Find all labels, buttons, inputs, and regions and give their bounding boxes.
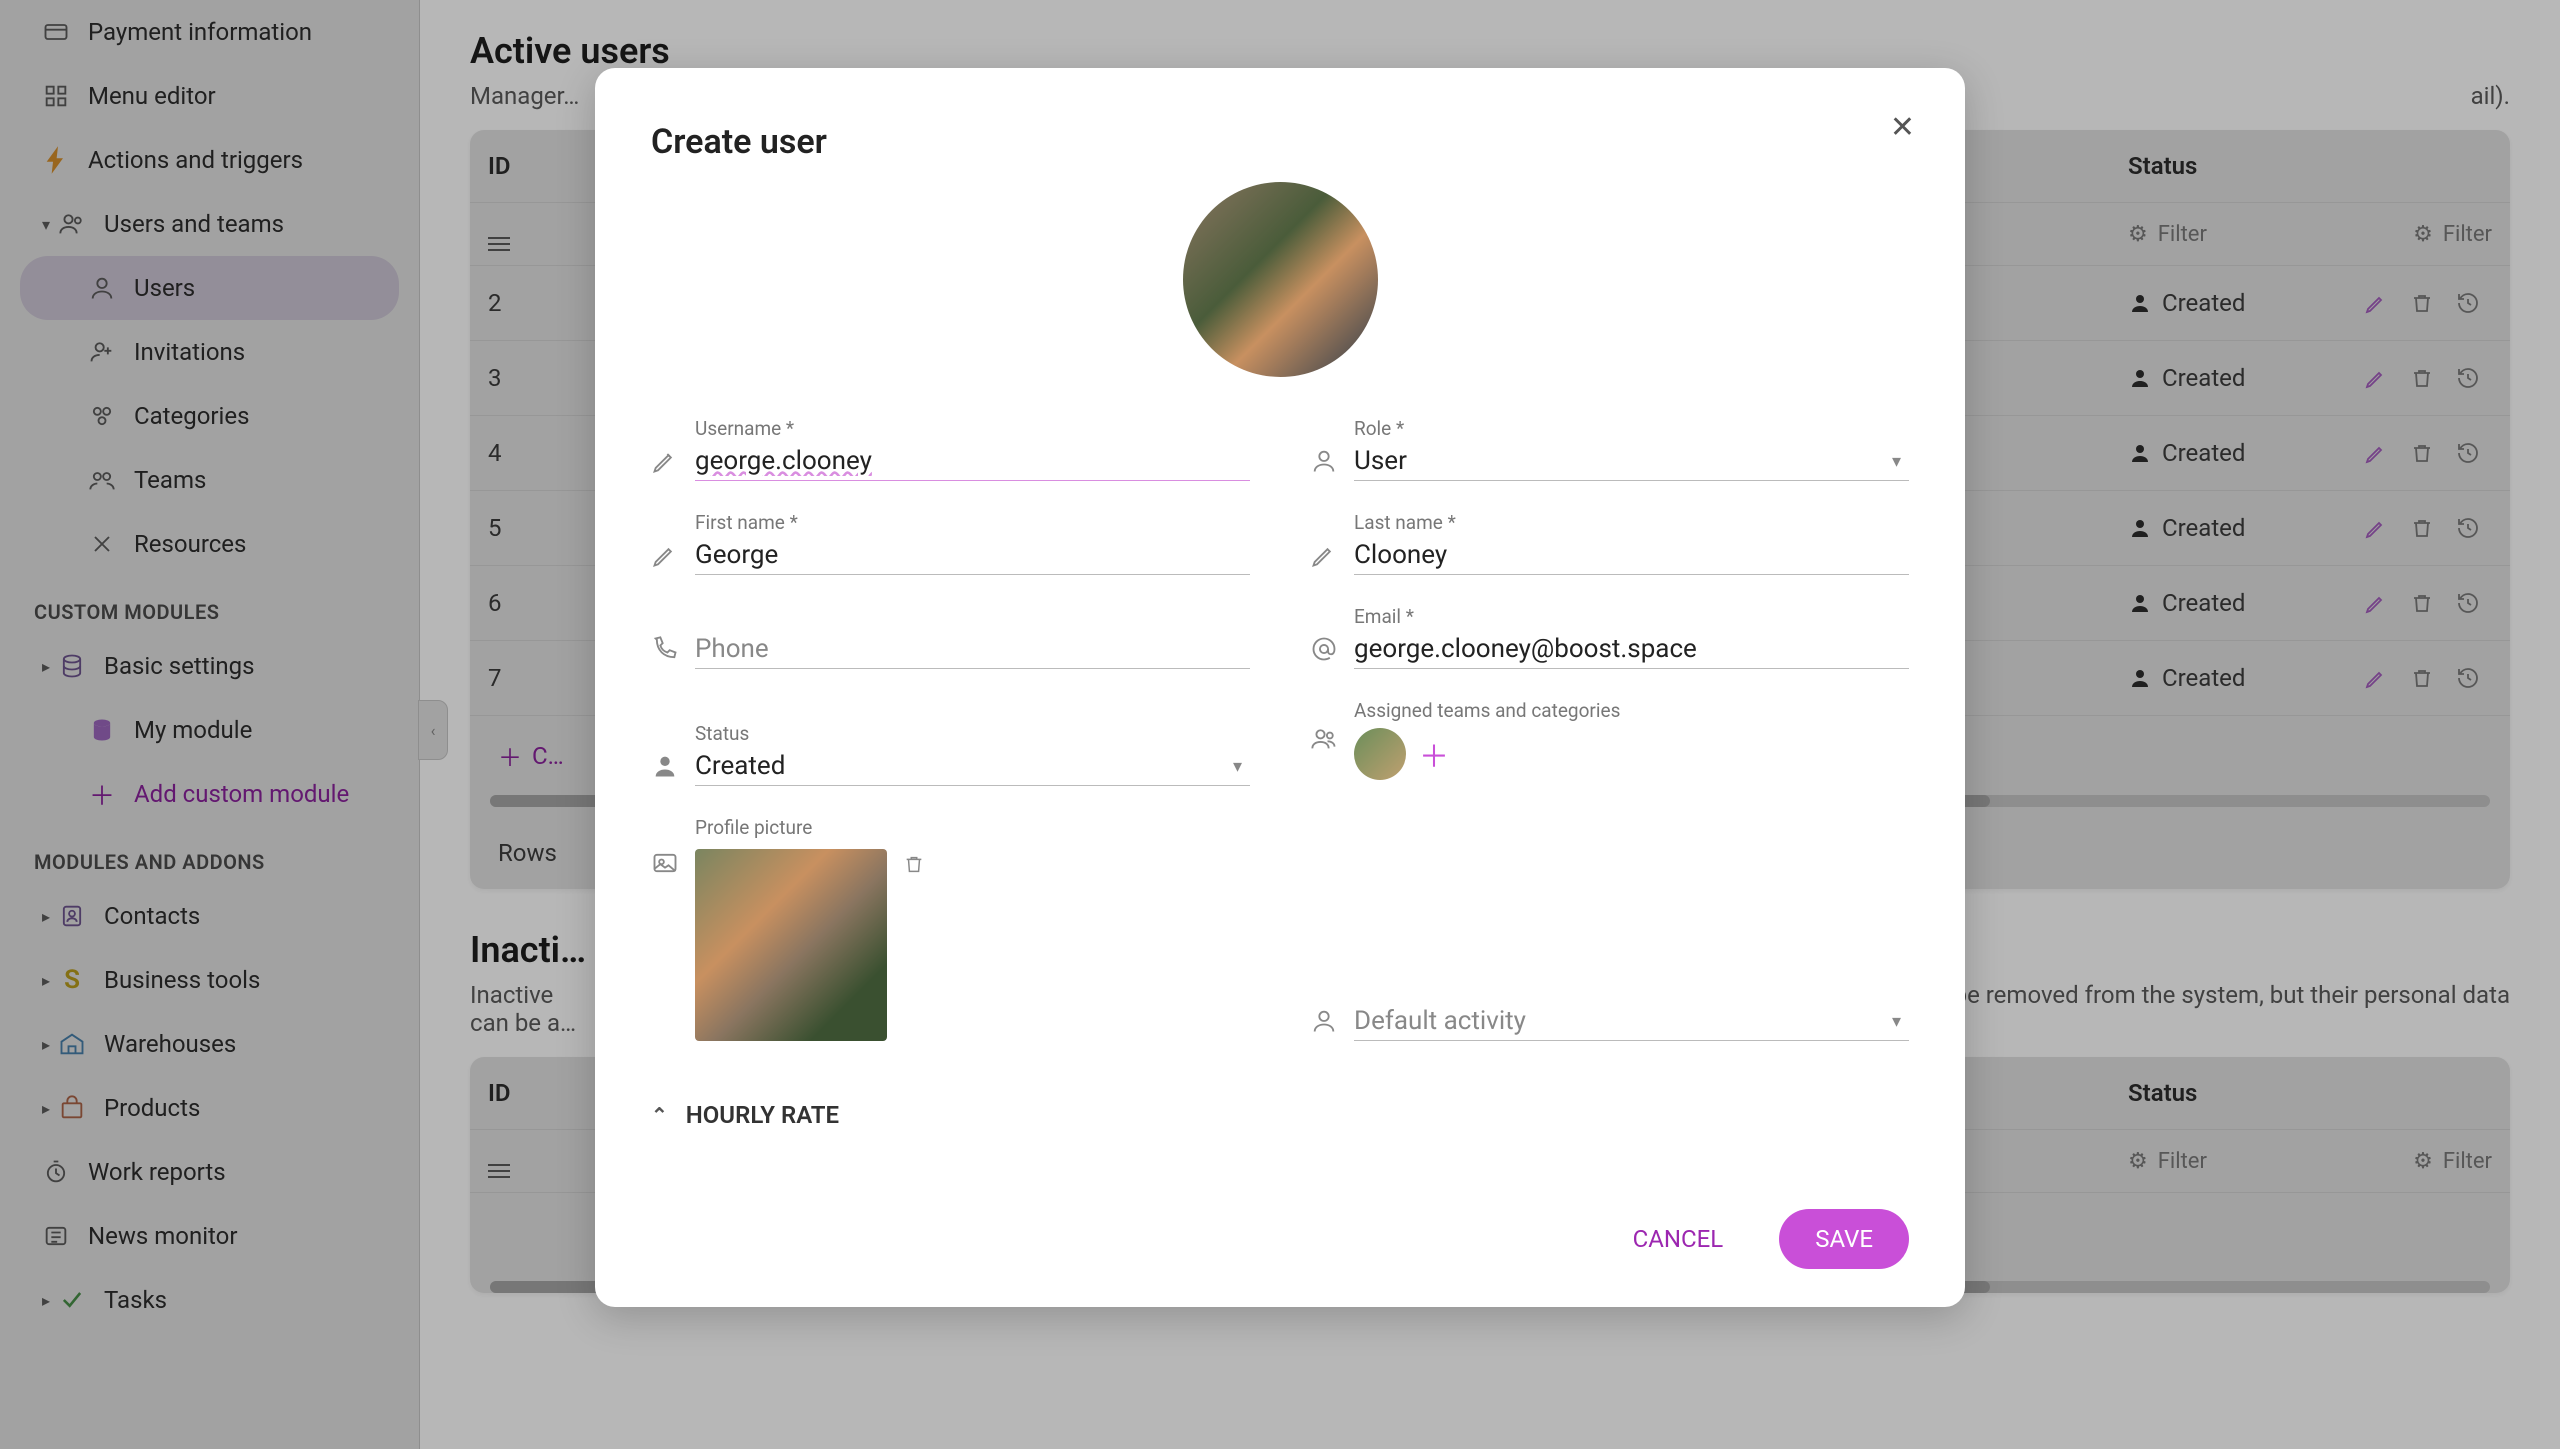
profile-picture-thumbnail[interactable] bbox=[695, 849, 887, 1041]
pencil-icon bbox=[1310, 541, 1338, 569]
status-field: Status Created bbox=[651, 699, 1250, 786]
firstname-input[interactable] bbox=[695, 534, 1250, 574]
phone-input[interactable] bbox=[695, 628, 1250, 668]
avatar-preview bbox=[1183, 182, 1378, 377]
chevron-up-icon: ⌃ bbox=[651, 1103, 668, 1127]
profile-picture-block: Profile picture bbox=[651, 816, 1250, 1041]
close-icon[interactable]: ✕ bbox=[1890, 110, 1915, 145]
firstname-field: First name * bbox=[651, 511, 1250, 575]
phone-icon bbox=[651, 635, 679, 663]
cancel-button[interactable]: CANCEL bbox=[1597, 1209, 1760, 1269]
activity-field bbox=[1310, 816, 1909, 1041]
at-icon bbox=[1310, 635, 1338, 663]
role-select[interactable]: User bbox=[1354, 440, 1909, 480]
email-field: Email * bbox=[1310, 605, 1909, 669]
teams-label: Assigned teams and categories bbox=[1354, 699, 1909, 722]
users-icon bbox=[1310, 725, 1338, 753]
team-chip[interactable] bbox=[1354, 728, 1406, 780]
username-input[interactable] bbox=[695, 440, 1250, 480]
lastname-field: Last name * bbox=[1310, 511, 1909, 575]
image-icon bbox=[651, 849, 679, 877]
pencil-icon bbox=[651, 447, 679, 475]
status-label: Status bbox=[695, 722, 1250, 745]
profile-picture-label: Profile picture bbox=[695, 816, 1250, 839]
role-label: Role * bbox=[1354, 417, 1909, 440]
modal-title: Create user bbox=[651, 122, 1909, 162]
lastname-label: Last name * bbox=[1354, 511, 1909, 534]
hourly-rate-toggle[interactable]: ⌃ HOURLY RATE bbox=[651, 1101, 1909, 1129]
save-button[interactable]: SAVE bbox=[1779, 1209, 1909, 1269]
user-icon bbox=[1310, 447, 1338, 475]
status-select[interactable]: Created bbox=[695, 745, 1250, 785]
email-input[interactable] bbox=[1354, 628, 1909, 668]
phone-field bbox=[651, 605, 1250, 669]
username-field: Username * bbox=[651, 417, 1250, 481]
user-outline-icon bbox=[1310, 1007, 1338, 1035]
add-team-button[interactable]: ＋ bbox=[1418, 738, 1450, 770]
role-field: Role * User bbox=[1310, 417, 1909, 481]
username-label: Username * bbox=[695, 417, 1250, 440]
email-label: Email * bbox=[1354, 605, 1909, 628]
firstname-label: First name * bbox=[695, 511, 1250, 534]
lastname-input[interactable] bbox=[1354, 534, 1909, 574]
create-user-modal: Create user ✕ Username * Role * User bbox=[595, 68, 1965, 1307]
activity-select[interactable] bbox=[1354, 1000, 1909, 1040]
teams-field: Assigned teams and categories ＋ bbox=[1310, 699, 1909, 786]
delete-picture-icon[interactable] bbox=[903, 853, 925, 879]
user-icon bbox=[651, 752, 679, 780]
modal-overlay[interactable]: Create user ✕ Username * Role * User bbox=[0, 0, 2560, 1449]
pencil-icon bbox=[651, 541, 679, 569]
